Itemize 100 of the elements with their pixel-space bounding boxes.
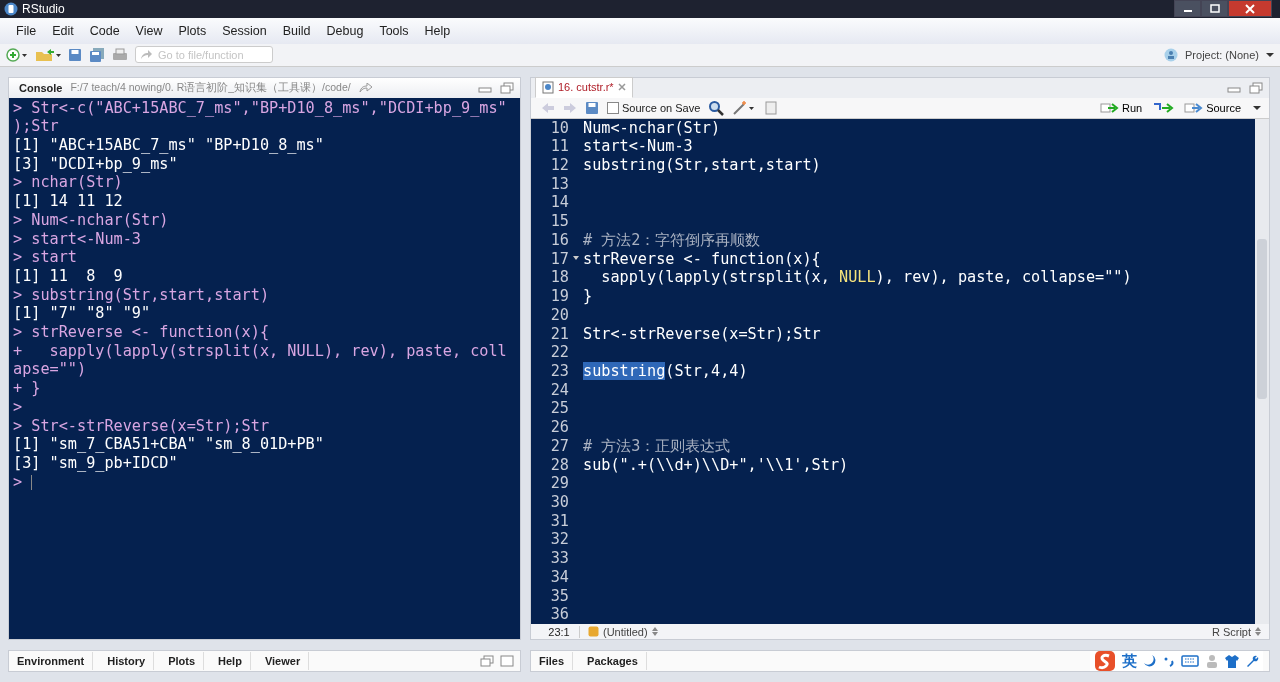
menu-item[interactable]: Tools <box>371 23 417 38</box>
console-line: > start<-Num-3 <box>13 229 141 249</box>
maximize-button[interactable] <box>1201 0 1228 17</box>
menu-item[interactable]: Plots <box>170 23 215 38</box>
updown-icon <box>1255 627 1261 636</box>
working-directory: F:/7 teach/4 nowing/0. R语言初阶_知识集（工具课）/code/ <box>70 80 351 95</box>
console-line: [1] 11 8 9 <box>13 266 123 286</box>
close-icon[interactable] <box>617 83 626 92</box>
line-number: 30 <box>549 492 569 512</box>
console-line: [3] "DCDI+bp_9_ms" <box>13 154 178 174</box>
line-number: 26 <box>549 418 569 437</box>
line-number: 25 <box>549 399 569 419</box>
line-number: 22 <box>549 343 569 362</box>
pane-tab[interactable]: Plots <box>160 652 205 670</box>
caret-icon <box>1253 104 1261 111</box>
code-line: Num<-nchar(Str) <box>583 118 721 138</box>
r-file-icon <box>542 80 554 94</box>
code-line: # 方法2：字符倒序再顺数 <box>583 230 761 250</box>
console-line: > <box>13 397 23 417</box>
search-icon[interactable] <box>708 99 725 116</box>
cursor-position: 23:1 <box>539 625 580 638</box>
console-tab[interactable]: Console <box>19 81 63 94</box>
menu-item[interactable]: Build <box>274 23 319 38</box>
menu-item[interactable]: View <box>127 23 171 38</box>
console-line: + sapply(lapply(strsplit(x, NULL), rev), paste, coll <box>13 341 507 361</box>
source-arrow-icon <box>1184 101 1205 114</box>
arrow-icon[interactable] <box>358 82 373 93</box>
magic-wand-icon[interactable] <box>732 99 757 116</box>
console-line: > <box>13 472 23 492</box>
console-line: [1] "sm_7_CBA51+CBA" "sm_8_01D+PB" <box>13 435 324 454</box>
editor-tab[interactable]: 16. cutstr.r* <box>535 76 633 98</box>
console-line: > Str<-strReverse(x=Str);Str <box>13 416 270 436</box>
line-number: 27 <box>549 436 569 456</box>
menu-item[interactable]: Code <box>81 23 128 38</box>
maximize-pane-icon[interactable] <box>500 655 514 667</box>
pane-tab[interactable]: Viewer <box>256 652 310 670</box>
scope-menu[interactable]: (Untitled) <box>588 625 658 638</box>
project-icon <box>1164 47 1178 62</box>
scrollbar[interactable] <box>1255 118 1269 624</box>
restore-pane-icon[interactable] <box>480 655 494 667</box>
line-number: 29 <box>549 474 569 493</box>
source-on-save-checkbox[interactable]: Source on Save <box>607 101 701 114</box>
close-button[interactable] <box>1228 0 1272 17</box>
pane-tab[interactable]: Help <box>210 652 251 670</box>
line-number: 36 <box>549 605 569 624</box>
line-number: 34 <box>549 567 569 587</box>
console-line: [1] "ABC+15ABC_7_ms" "BP+D10_8_ms" <box>13 136 324 155</box>
console-line: > strReverse <- function(x){ <box>13 323 270 342</box>
console-line: > nchar(Str) <box>13 173 123 193</box>
menu-item[interactable]: Edit <box>44 23 82 38</box>
line-number: 11 <box>549 137 569 157</box>
window-title: RStudio <box>22 1 65 16</box>
code-line: Str<-strReverse(x=Str);Str <box>583 324 821 344</box>
code-line: sub(".+(\\d+)\\D+",'\\1',Str) <box>583 455 849 475</box>
line-number: 31 <box>549 511 569 531</box>
minimize-button[interactable] <box>1174 0 1201 17</box>
restore-pane-icon[interactable] <box>500 81 514 94</box>
line-number: 24 <box>549 380 569 400</box>
source-button[interactable]: Source <box>1182 101 1263 114</box>
menu-item[interactable]: File <box>8 23 45 38</box>
run-button[interactable]: Run <box>1097 101 1145 114</box>
code-line: } <box>583 287 593 306</box>
pane-tab[interactable]: Environment <box>9 652 94 670</box>
caret-icon[interactable] <box>1266 51 1274 58</box>
rerun-icon[interactable] <box>1152 101 1175 114</box>
console-line: );Str <box>13 117 59 136</box>
console-line: > Str<-c("ABC+15ABC_7_ms","BP+D10_8_ms","DCDI+bp_9_ms" <box>13 98 507 118</box>
line-number: 19 <box>549 287 569 306</box>
code-line: substring(Str,4,4) <box>583 361 748 381</box>
line-number: 18 <box>549 268 569 288</box>
print-icon[interactable] <box>112 47 128 62</box>
run-arrow-icon <box>1099 101 1120 114</box>
line-number: 32 <box>549 530 569 550</box>
console-line: [1] 14 11 12 <box>13 192 123 211</box>
save-all-icon[interactable] <box>89 47 105 62</box>
line-number: 15 <box>549 212 569 231</box>
line-number: 14 <box>549 193 569 213</box>
project-menu[interactable]: Project: (None) <box>1185 48 1259 61</box>
line-number: 20 <box>549 305 569 325</box>
line-number: 10 <box>549 118 569 138</box>
code-line: sapply(lapply(strsplit(x, NULL), rev), paste, collapse="") <box>600 268 1132 288</box>
save-icon[interactable] <box>68 47 82 62</box>
file-type-menu[interactable]: R Script <box>1211 625 1261 638</box>
save-icon[interactable] <box>585 100 599 115</box>
restore-pane-icon[interactable] <box>1249 81 1263 94</box>
line-number: 17 <box>549 249 569 269</box>
console-line: apse="") <box>13 360 87 380</box>
pane-tab[interactable]: History <box>99 652 155 670</box>
code-line: strReverse <- function(x){ <box>583 249 821 269</box>
fold-arrow-icon[interactable] <box>573 256 579 262</box>
line-number: 23 <box>549 361 569 381</box>
menu-item[interactable]: Help <box>416 23 459 38</box>
updown-icon <box>651 627 658 636</box>
open-folder-icon[interactable] <box>35 47 61 62</box>
line-number: 33 <box>549 549 569 568</box>
line-number: 13 <box>549 174 569 194</box>
new-file-icon[interactable] <box>6 47 28 62</box>
menu-item[interactable]: Debug <box>318 23 372 38</box>
menu-item[interactable]: Session <box>214 23 275 38</box>
app-icon <box>4 1 18 16</box>
